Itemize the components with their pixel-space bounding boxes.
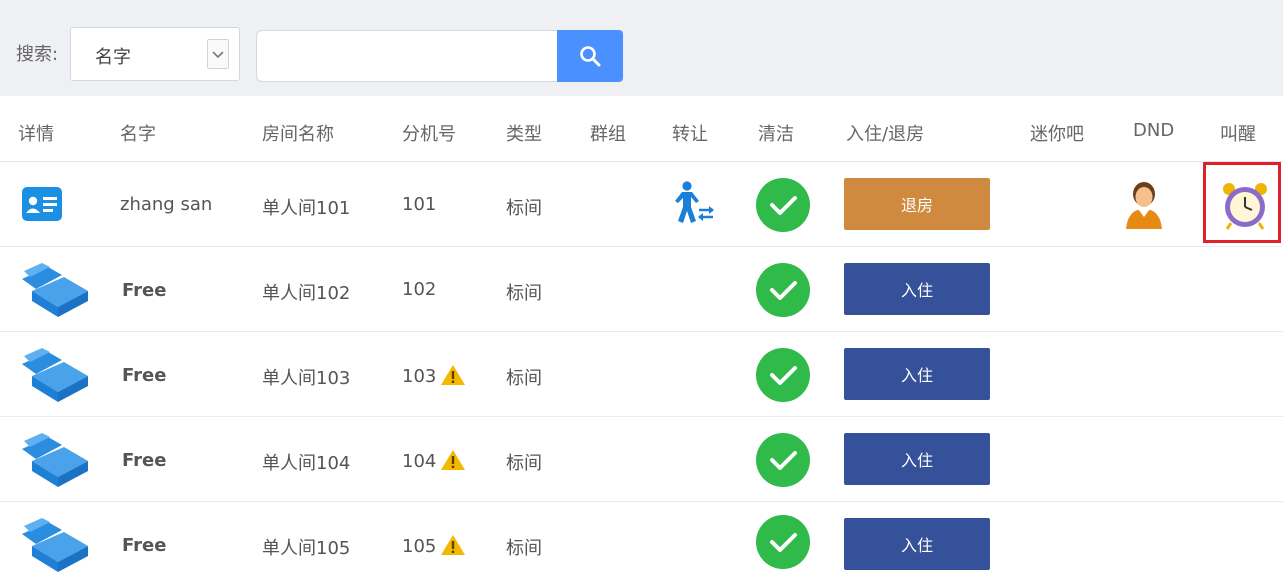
checkin-button[interactable]: 入住 bbox=[844, 348, 990, 400]
search-input[interactable] bbox=[256, 30, 558, 82]
search-bar: 搜索: 名字 bbox=[0, 0, 1283, 96]
extension-cell: 103 bbox=[402, 364, 466, 387]
guest-name: zhang san bbox=[120, 194, 213, 215]
room-type: 标间 bbox=[506, 283, 542, 304]
check-circle-icon[interactable] bbox=[756, 348, 810, 402]
check-circle-icon[interactable] bbox=[756, 515, 810, 569]
table-row: Free 单人间104 104 标间 入住 bbox=[0, 417, 1283, 502]
checkin-button[interactable]: 入住 bbox=[844, 263, 990, 315]
col-name: 名字 bbox=[120, 124, 156, 145]
table-row: zhang san 单人间101 101 标间 退房 bbox=[0, 162, 1283, 247]
bed-icon[interactable] bbox=[18, 263, 90, 319]
bed-icon[interactable] bbox=[18, 518, 90, 574]
room-name: 单人间103 bbox=[262, 368, 351, 389]
check-circle-icon[interactable] bbox=[756, 433, 810, 487]
search-field-select[interactable]: 名字 bbox=[70, 27, 240, 81]
col-clean: 清洁 bbox=[758, 124, 794, 145]
room-name: 单人间102 bbox=[262, 283, 351, 304]
room-type: 标间 bbox=[506, 538, 542, 559]
table-header: 详情 名字 房间名称 分机号 类型 群组 转让 清洁 入住/退房 迷你吧 DND… bbox=[0, 96, 1283, 162]
check-circle-icon[interactable] bbox=[756, 263, 810, 317]
checkin-button[interactable]: 入住 bbox=[844, 518, 990, 570]
person-icon[interactable] bbox=[1124, 179, 1164, 229]
warning-triangle-icon bbox=[441, 535, 466, 555]
extension: 105 bbox=[402, 536, 437, 557]
extension: 102 bbox=[402, 279, 437, 300]
col-checkin-checkout: 入住/退房 bbox=[846, 124, 925, 145]
col-group: 群组 bbox=[590, 124, 626, 145]
table-row: Free 单人间105 105 标间 入住 bbox=[0, 502, 1283, 587]
transfer-person-icon[interactable] bbox=[672, 181, 716, 227]
extension-cell: 105 bbox=[402, 534, 466, 557]
check-circle-icon[interactable] bbox=[756, 178, 810, 232]
bed-icon[interactable] bbox=[18, 433, 90, 489]
checkout-button[interactable]: 退房 bbox=[844, 178, 990, 230]
guest-name: Free bbox=[122, 365, 167, 386]
room-type: 标间 bbox=[506, 453, 542, 474]
search-icon bbox=[580, 46, 601, 67]
col-extension: 分机号 bbox=[402, 124, 456, 145]
bed-icon[interactable] bbox=[18, 348, 90, 404]
table-row: Free 单人间103 103 标间 入住 bbox=[0, 332, 1283, 417]
extension-cell: 104 bbox=[402, 449, 466, 472]
checkin-button[interactable]: 入住 bbox=[844, 433, 990, 485]
search-button[interactable] bbox=[557, 30, 623, 82]
wakeup-highlight bbox=[1203, 162, 1281, 243]
warning-triangle-icon bbox=[441, 365, 466, 385]
extension: 103 bbox=[402, 366, 437, 387]
col-minibar: 迷你吧 bbox=[1030, 124, 1084, 145]
room-type: 标间 bbox=[506, 368, 542, 389]
extension: 104 bbox=[402, 451, 437, 472]
search-field-value: 名字 bbox=[95, 47, 131, 68]
guest-name: Free bbox=[122, 280, 167, 301]
room-name: 单人间105 bbox=[262, 538, 351, 559]
col-dnd: DND bbox=[1133, 120, 1175, 141]
guest-name: Free bbox=[122, 535, 167, 556]
table-row: Free 单人间102 102 标间 入住 bbox=[0, 247, 1283, 332]
chevron-down-icon[interactable] bbox=[207, 39, 229, 69]
col-transfer: 转让 bbox=[672, 124, 708, 145]
room-name: 单人间101 bbox=[262, 198, 351, 219]
col-wakeup: 叫醒 bbox=[1220, 124, 1256, 145]
extension: 101 bbox=[402, 194, 437, 215]
col-details: 详情 bbox=[18, 124, 54, 145]
room-type: 标间 bbox=[506, 198, 542, 219]
col-room-name: 房间名称 bbox=[262, 124, 334, 145]
search-label: 搜索: bbox=[16, 44, 59, 65]
warning-triangle-icon bbox=[441, 450, 466, 470]
room-name: 单人间104 bbox=[262, 453, 351, 474]
guest-card-icon[interactable] bbox=[22, 187, 62, 221]
col-type: 类型 bbox=[506, 124, 542, 145]
guest-name: Free bbox=[122, 450, 167, 471]
